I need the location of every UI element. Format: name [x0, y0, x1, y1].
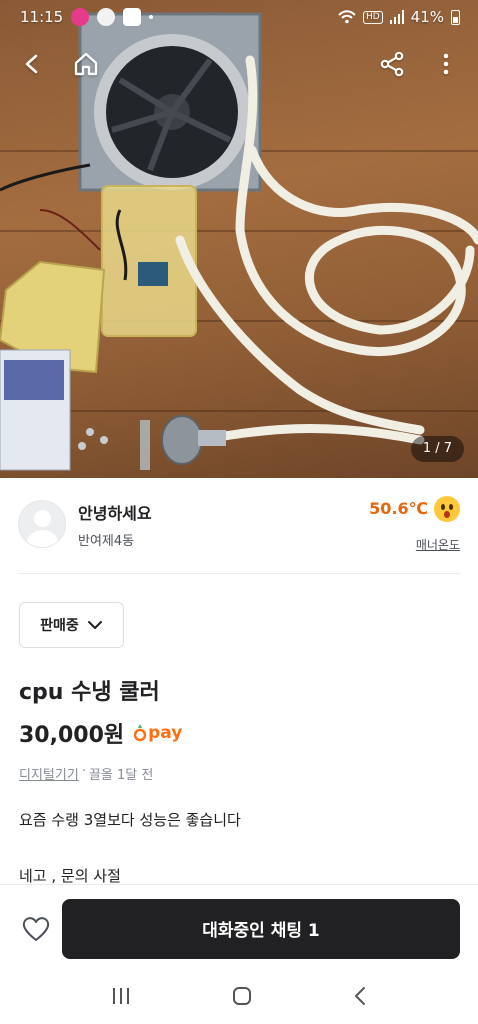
notification-app-icon — [71, 8, 90, 26]
home-button[interactable] — [70, 48, 102, 80]
system-navigation-bar — [0, 972, 478, 1024]
price-row: 30,000원 pay — [19, 717, 182, 749]
manner-temperature-label[interactable]: 매너온도 — [369, 536, 460, 553]
battery-icon — [451, 9, 460, 25]
system-home-button[interactable] — [232, 986, 252, 1010]
more-vertical-icon — [443, 53, 449, 75]
meta-separator: · — [81, 764, 86, 779]
top-navigation — [0, 42, 478, 86]
divider — [18, 573, 460, 574]
sale-status-label: 판매중 — [40, 618, 79, 634]
more-button[interactable] — [430, 48, 462, 80]
product-price: 30,000원 — [19, 723, 125, 748]
recent-apps-button[interactable] — [111, 987, 131, 1009]
system-home-icon — [232, 987, 251, 1005]
system-back-button[interactable] — [353, 986, 367, 1010]
share-button[interactable] — [376, 48, 408, 80]
carrot-pay-badge: pay — [134, 723, 182, 743]
signal-icon — [389, 10, 404, 24]
hd-voice-badge: HD — [362, 10, 383, 24]
category-link[interactable]: 디지털기기 — [19, 764, 79, 783]
product-detail-page: 11:15 HD 41% 1 / 7 안녕하세요 반여제4동 50.6℃ 매너온… — [0, 0, 478, 1024]
listing-meta: 디지털기기 · 끌올 1달 전 — [19, 764, 153, 783]
status-time: 11:15 — [20, 8, 64, 26]
battery-percent: 41% — [410, 8, 444, 26]
heart-icon — [22, 916, 50, 941]
temperature-emoji-icon — [434, 495, 460, 522]
avatar[interactable] — [18, 500, 66, 548]
notification-app-icon — [97, 8, 116, 26]
carrot-pay-icon — [134, 724, 147, 742]
wifi-icon — [338, 10, 356, 24]
photo-pager: 1 / 7 — [410, 436, 464, 462]
description-line: 네고 , 문의 사절 — [19, 867, 121, 885]
seller-profile[interactable]: 안녕하세요 반여제4동 50.6℃ 매너온도 — [18, 494, 460, 554]
recent-apps-icon — [112, 988, 129, 1004]
seller-name[interactable]: 안녕하세요 — [78, 500, 369, 524]
pay-label: pay — [148, 723, 183, 743]
chat-button[interactable]: 대화중인 채팅 1 — [62, 898, 460, 959]
sale-status-dropdown[interactable]: 판매중 — [19, 602, 124, 648]
share-icon — [380, 51, 404, 77]
back-icon — [25, 54, 38, 74]
seller-location: 반여제4동 — [78, 533, 135, 549]
bottom-action-bar: 대화중인 채팅 1 — [0, 884, 478, 972]
chevron-down-icon — [87, 621, 102, 629]
like-button[interactable] — [20, 913, 52, 945]
status-bar: 11:15 HD 41% — [0, 0, 478, 34]
notification-app-icon — [123, 8, 142, 26]
home-icon — [74, 52, 98, 76]
temperature-value: 50.6℃ — [369, 499, 428, 518]
product-title: cpu 수냉 쿨러 — [19, 680, 160, 705]
bump-time: 끌올 1달 전 — [88, 768, 154, 783]
description-line: 요즘 수랭 3열보다 성능은 좋습니다 — [19, 811, 241, 829]
more-notifications-icon — [149, 15, 154, 19]
product-photo[interactable]: 11:15 HD 41% 1 / 7 — [0, 0, 478, 478]
back-button[interactable] — [16, 48, 48, 80]
system-back-icon — [355, 987, 366, 1005]
manner-temperature[interactable]: 50.6℃ 매너온도 — [369, 495, 460, 553]
